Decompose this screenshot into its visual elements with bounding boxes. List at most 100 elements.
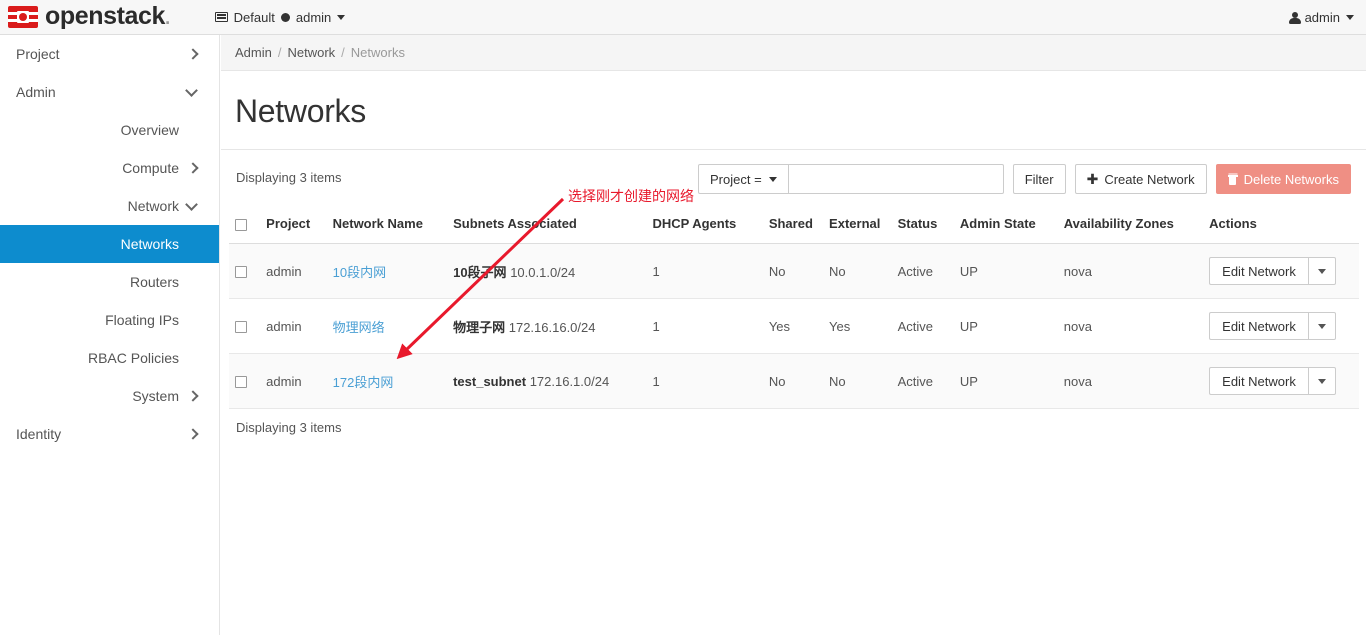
network-name-link[interactable]: 物理网络 (333, 320, 385, 335)
chevron-down-icon (1317, 268, 1326, 274)
column-header-dhcp-agents[interactable]: DHCP Agents (646, 208, 763, 244)
domain-icon (214, 12, 228, 22)
cell-network-name: 172段内网 (326, 353, 448, 409)
network-name-link[interactable]: 172段内网 (333, 375, 394, 390)
breadcrumb: Admin / Network / Networks (221, 35, 1366, 71)
breadcrumb-item-network[interactable]: Network (287, 45, 335, 60)
sidebar-item-network[interactable]: Network (0, 187, 219, 225)
cell-project: admin (260, 298, 327, 354)
row-actions-dropdown-toggle[interactable] (1307, 257, 1336, 285)
sidebar-item-rbac-policies[interactable]: RBAC Policies (0, 339, 219, 377)
sidebar-item-routers[interactable]: Routers (0, 263, 219, 301)
displaying-count-top: Displaying 3 items (236, 170, 342, 185)
context-selector[interactable]: Default admin (214, 0, 346, 34)
edit-network-button[interactable]: Edit Network (1209, 257, 1308, 285)
breadcrumb-item-current: Networks (350, 45, 405, 60)
chevron-down-icon (1317, 378, 1326, 384)
sidebar: Project Admin Overview Compute Network N… (0, 35, 220, 635)
sidebar-item-networks[interactable]: Networks (0, 225, 219, 263)
cell-admin-state: UP (953, 243, 1058, 299)
networks-table: Project Network Name Subnets Associated … (229, 208, 1359, 409)
sidebar-item-label: RBAC Policies (87, 350, 179, 366)
filter-facet-dropdown[interactable]: Project = (698, 164, 789, 194)
subnet-cidr: 10.0.1.0/24 (510, 264, 576, 280)
chevron-down-icon (768, 176, 777, 182)
page-title: Networks (235, 93, 366, 129)
create-network-button[interactable]: ✚ Create Network (1074, 164, 1207, 194)
user-menu[interactable]: admin (1288, 0, 1354, 35)
cell-shared: No (762, 243, 824, 299)
search-input[interactable] (788, 164, 1004, 194)
sidebar-item-admin[interactable]: Admin (0, 73, 219, 111)
sidebar-item-label: Routers (129, 274, 179, 290)
user-icon (1288, 11, 1301, 24)
sidebar-item-label: Floating IPs (105, 312, 179, 328)
brand-dot: . (165, 8, 170, 28)
cell-availability-zones: nova (1057, 353, 1204, 409)
column-header-admin-state[interactable]: Admin State (953, 208, 1058, 244)
row-checkbox[interactable] (235, 376, 247, 389)
row-checkbox[interactable] (235, 266, 247, 279)
breadcrumb-item-admin[interactable]: Admin (235, 45, 272, 60)
create-network-label: Create Network (1104, 171, 1195, 187)
top-navbar: openstack. Default admin admin (0, 0, 1366, 35)
column-header-actions: Actions (1203, 208, 1359, 244)
cell-actions: Edit Network (1203, 243, 1359, 299)
select-all-checkbox[interactable] (235, 218, 247, 231)
column-header-project[interactable]: Project (260, 208, 327, 244)
network-name-link[interactable]: 10段内网 (333, 265, 386, 280)
edit-network-button[interactable]: Edit Network (1209, 312, 1308, 340)
sidebar-item-label: Admin (16, 84, 56, 100)
delete-networks-label: Delete Networks (1243, 171, 1339, 187)
row-select-cell (229, 298, 261, 354)
subnet-cidr: 172.16.1.0/24 (529, 373, 610, 389)
row-actions-dropdown-toggle[interactable] (1307, 367, 1336, 395)
chevron-down-icon (1317, 323, 1326, 329)
subnet-name: test_subnet (453, 373, 527, 389)
table-row: admin 物理网络 物理子网 172.16.16.0/24 1 Yes Yes… (229, 298, 1359, 354)
row-actions-dropdown-toggle[interactable] (1307, 312, 1336, 340)
sidebar-item-floating-ips[interactable]: Floating IPs (0, 301, 219, 339)
sidebar-item-label: Overview (120, 122, 179, 138)
cell-availability-zones: nova (1057, 243, 1204, 299)
subnet-name: 物理子网 (453, 319, 506, 335)
displaying-count-bottom: Displaying 3 items (236, 420, 342, 435)
cell-network-name: 10段内网 (326, 243, 448, 299)
trash-icon (1227, 173, 1238, 185)
row-select-cell (229, 353, 261, 409)
main-content: Admin / Network / Networks Networks Disp… (221, 35, 1366, 635)
sidebar-item-system[interactable]: System (0, 377, 219, 415)
cell-admin-state: UP (953, 298, 1058, 354)
plus-icon: ✚ (1086, 170, 1099, 187)
row-checkbox[interactable] (235, 321, 247, 334)
column-header-select (229, 208, 261, 244)
chevron-down-icon (1346, 15, 1354, 20)
cell-external: Yes (823, 298, 892, 354)
sidebar-item-identity[interactable]: Identity (0, 415, 219, 453)
sidebar-item-compute[interactable]: Compute (0, 149, 219, 187)
column-header-status[interactable]: Status (891, 208, 954, 244)
context-project-label: admin (295, 9, 332, 25)
cell-subnets-associated: 10段子网 10.0.1.0/24 (447, 243, 647, 299)
openstack-logo[interactable]: openstack. (8, 0, 170, 34)
edit-network-button[interactable]: Edit Network (1209, 367, 1308, 395)
sidebar-item-project[interactable]: Project (0, 35, 219, 73)
sidebar-item-label: Identity (16, 426, 62, 442)
cell-network-name: 物理网络 (326, 298, 448, 354)
column-header-external[interactable]: External (823, 208, 892, 244)
column-header-availability-zones[interactable]: Availability Zones (1057, 208, 1204, 244)
delete-networks-button[interactable]: Delete Networks (1215, 164, 1351, 194)
table-toolbar: Displaying 3 items Project = Filter ✚ Cr… (221, 164, 1366, 208)
sidebar-item-label: Compute (122, 160, 179, 176)
sidebar-item-overview[interactable]: Overview (0, 111, 219, 149)
breadcrumb-separator: / (341, 45, 345, 60)
filter-button[interactable]: Filter (1012, 164, 1066, 194)
filter-facet-label: Project = (710, 171, 762, 187)
column-header-subnets-associated[interactable]: Subnets Associated (447, 208, 647, 244)
column-header-shared[interactable]: Shared (762, 208, 824, 244)
cell-dhcp-agents: 1 (646, 298, 763, 354)
column-header-network-name[interactable]: Network Name (326, 208, 448, 244)
sidebar-item-label: System (132, 388, 179, 404)
sidebar-item-label: Networks (120, 236, 179, 252)
cell-availability-zones: nova (1057, 298, 1204, 354)
